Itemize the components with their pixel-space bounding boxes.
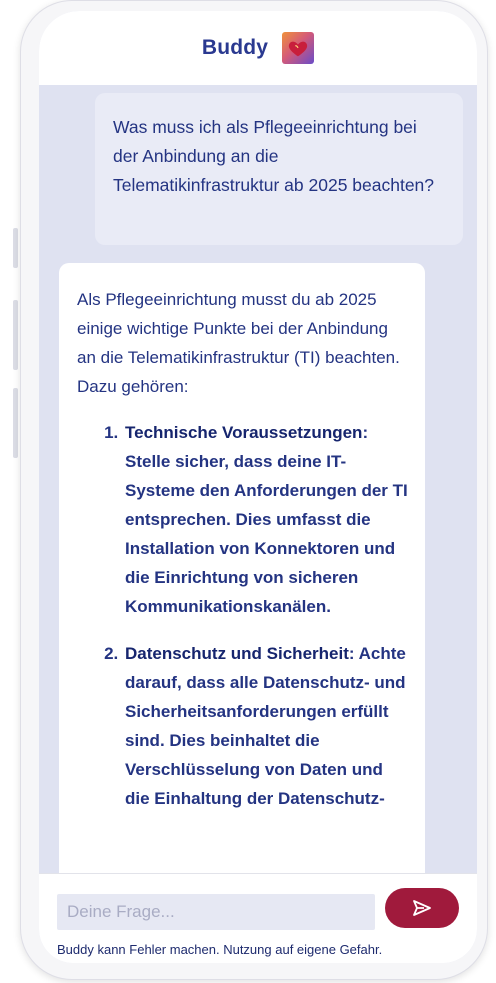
- heart-logo-icon: [282, 32, 315, 64]
- list-item-title: Technische Voraussetzungen: [125, 423, 363, 442]
- bot-message-list: Technische Voraussetzungen: Stelle siche…: [77, 418, 411, 813]
- bot-message-bubble: Als Pflegeeinrichtung musst du ab 2025 e…: [59, 263, 425, 873]
- send-icon: [413, 900, 431, 916]
- user-message-bubble: Was muss ich als Pflegeeinrichtung bei d…: [95, 93, 463, 245]
- send-button[interactable]: [385, 888, 459, 928]
- disclaimer-text: Buddy kann Fehler machen. Nutzung auf ei…: [57, 942, 383, 957]
- list-item: Technische Voraussetzungen: Stelle siche…: [123, 418, 411, 621]
- app-header: Buddy: [39, 11, 477, 85]
- chat-screen: Buddy Was muss ich als Pflegeeinrichtung…: [39, 11, 477, 963]
- question-input[interactable]: [57, 894, 375, 930]
- list-item: Datenschutz und Sicherheit: Achte darauf…: [123, 639, 411, 813]
- phone-side-button: [13, 388, 18, 458]
- bot-message-intro: Als Pflegeeinrichtung musst du ab 2025 e…: [77, 290, 400, 396]
- list-item-text: Stelle sicher, dass deine IT-Systeme den…: [125, 452, 408, 616]
- list-item-title: Datenschutz und Sicherheit: [125, 644, 349, 663]
- phone-frame: Buddy Was muss ich als Pflegeeinrichtung…: [20, 0, 488, 980]
- phone-side-button: [13, 300, 18, 370]
- phone-side-button: [13, 228, 18, 268]
- chat-footer: Buddy kann Fehler machen. Nutzung auf ei…: [39, 873, 477, 963]
- chat-area[interactable]: Was muss ich als Pflegeeinrichtung bei d…: [39, 85, 477, 873]
- list-item-text: Achte darauf, dass alle Datenschutz- und…: [125, 644, 406, 808]
- app-title: Buddy: [201, 36, 269, 59]
- user-message-text: Was muss ich als Pflegeeinrichtung bei d…: [113, 117, 435, 195]
